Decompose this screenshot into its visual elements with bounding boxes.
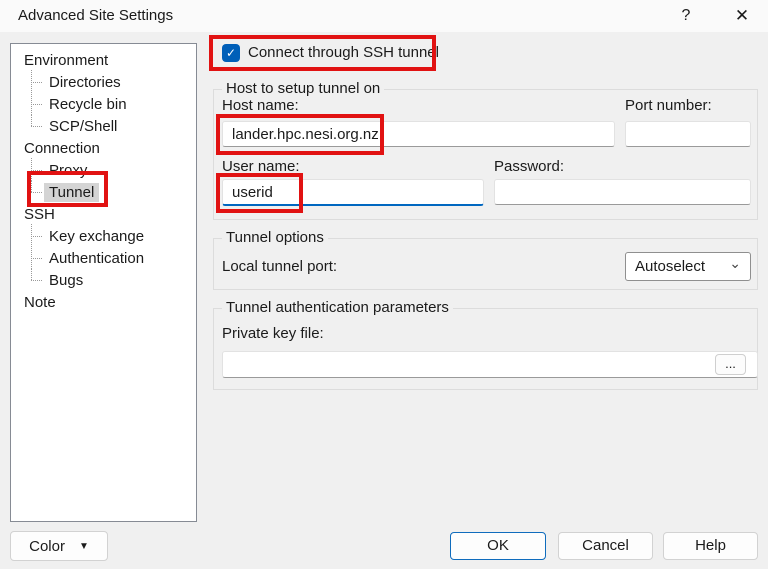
tree-item-label: Authentication xyxy=(44,249,149,268)
advanced-site-settings-dialog: { "window": { "title": "Advanced Site Se… xyxy=(0,0,768,569)
browse-button[interactable]: ... xyxy=(715,354,746,375)
tree-item-key-exchange[interactable]: Key exchange xyxy=(11,225,196,247)
tree-item-bugs[interactable]: Bugs xyxy=(11,269,196,291)
tree-item-label: Environment xyxy=(19,51,113,70)
tree-item-label: Directories xyxy=(44,73,126,92)
tree-item-label: Recycle bin xyxy=(44,95,132,114)
password-input[interactable] xyxy=(494,179,751,205)
chevron-down-icon: ⌄ xyxy=(729,255,741,272)
help-icon[interactable]: ? xyxy=(664,3,708,29)
tree-item-label: Key exchange xyxy=(44,227,149,246)
user-name-label: User name: xyxy=(222,158,300,175)
private-key-file-label: Private key file: xyxy=(222,325,324,342)
color-button[interactable]: Color ▼ xyxy=(10,531,108,561)
tunnel-auth-title: Tunnel authentication parameters xyxy=(222,299,453,316)
tree-item-recycle-bin[interactable]: Recycle bin xyxy=(11,93,196,115)
local-tunnel-port-value: Autoselect xyxy=(635,258,705,275)
tree-list: Environment Directories Recycle bin SCP/She… xyxy=(11,49,196,313)
host-name-input[interactable] xyxy=(222,121,615,147)
dropdown-arrow-icon: ▼ xyxy=(79,533,89,560)
tree-connector xyxy=(31,93,44,115)
tree-item-environment[interactable]: Environment xyxy=(11,49,196,71)
local-tunnel-port-select[interactable]: Autoselect ⌄ xyxy=(625,252,751,281)
port-number-input[interactable] xyxy=(626,122,768,146)
tree-item-proxy[interactable]: Proxy xyxy=(11,159,196,181)
tree-item-label: Proxy xyxy=(44,161,92,180)
tree-connector xyxy=(31,269,44,291)
title-bar: Advanced Site Settings ? ✕ xyxy=(0,0,768,32)
tree-connector xyxy=(31,247,44,269)
tree-item-label: SCP/Shell xyxy=(44,117,122,136)
tree-connector xyxy=(31,115,44,137)
port-number-label: Port number: xyxy=(625,97,712,114)
host-name-label: Host name: xyxy=(222,97,299,114)
tree-item-label: SSH xyxy=(19,205,60,224)
tree-item-note[interactable]: Note xyxy=(11,291,196,313)
tree-connector xyxy=(31,71,44,93)
connect-through-ssh-tunnel-checkbox[interactable]: ✓ xyxy=(222,44,240,62)
dialog-title: Advanced Site Settings xyxy=(18,7,173,24)
help-button[interactable]: Help xyxy=(663,532,758,560)
tree-connector xyxy=(31,159,44,181)
close-icon[interactable]: ✕ xyxy=(720,3,764,29)
tree-item-directories[interactable]: Directories xyxy=(11,71,196,93)
tree-item-label: Tunnel xyxy=(44,183,99,202)
settings-tree: Environment Directories Recycle bin SCP/She… xyxy=(10,43,197,522)
connect-through-ssh-tunnel-label[interactable]: Connect through SSH tunnel xyxy=(248,44,439,61)
private-key-file-input[interactable] xyxy=(222,351,758,378)
tree-item-scp-shell[interactable]: SCP/Shell xyxy=(11,115,196,137)
ellipsis-icon: ... xyxy=(725,356,736,371)
host-group-title: Host to setup tunnel on xyxy=(222,80,384,97)
password-label: Password: xyxy=(494,158,564,175)
ok-button[interactable]: OK xyxy=(450,532,546,560)
tree-item-connection[interactable]: Connection xyxy=(11,137,196,159)
tree-connector xyxy=(31,181,44,203)
checkmark-icon: ✓ xyxy=(226,46,236,60)
tunnel-options-title: Tunnel options xyxy=(222,229,328,246)
tree-item-tunnel[interactable]: Tunnel xyxy=(11,181,196,203)
user-name-input[interactable] xyxy=(222,179,484,206)
tree-item-authentication[interactable]: Authentication xyxy=(11,247,196,269)
tree-item-label: Bugs xyxy=(44,271,88,290)
tree-connector xyxy=(31,225,44,247)
port-number-spinner: ▲ ▼ xyxy=(625,121,751,147)
color-button-label: Color xyxy=(29,533,65,560)
tree-item-label: Connection xyxy=(19,139,105,158)
local-tunnel-port-label: Local tunnel port: xyxy=(222,258,337,275)
cancel-button[interactable]: Cancel xyxy=(558,532,653,560)
tree-item-ssh[interactable]: SSH xyxy=(11,203,196,225)
tree-item-label: Note xyxy=(19,293,61,312)
